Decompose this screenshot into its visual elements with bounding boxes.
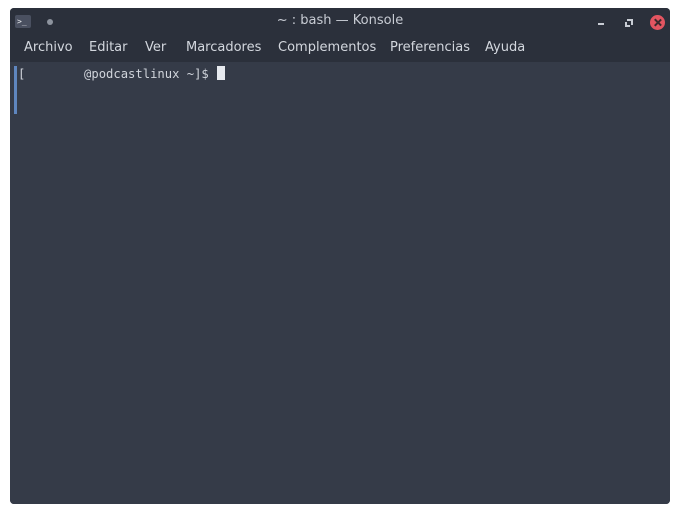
menu-bar: Archivo Editar Ver Marcadores Complement…: [10, 36, 670, 62]
window-title: ~ : bash — Konsole: [276, 13, 404, 28]
menu-ayuda[interactable]: Ayuda: [485, 36, 525, 62]
konsole-window: >_ ~ : bash — Konsole Archivo Editar Ver…: [10, 8, 670, 504]
menu-marcadores[interactable]: Marcadores: [186, 36, 261, 62]
menu-archivo[interactable]: Archivo: [24, 36, 73, 62]
maximize-button[interactable]: [622, 15, 636, 29]
menu-preferencias[interactable]: Preferencias: [390, 36, 470, 62]
menu-editar[interactable]: Editar: [89, 36, 128, 62]
minimize-button[interactable]: [594, 15, 608, 29]
shell-prompt: [ @podcastlinux ~]$: [18, 67, 217, 81]
text-cursor: [217, 66, 226, 80]
menu-ver[interactable]: Ver: [145, 36, 166, 62]
title-bar[interactable]: >_ ~ : bash — Konsole: [10, 8, 670, 36]
active-line-marker: [14, 66, 17, 114]
close-button[interactable]: [650, 15, 665, 30]
terminal-area[interactable]: [ @podcastlinux ~]$: [10, 62, 670, 504]
terminal-prompt-line: [ @podcastlinux ~]$: [18, 66, 226, 82]
menu-complementos[interactable]: Complementos: [278, 36, 376, 62]
